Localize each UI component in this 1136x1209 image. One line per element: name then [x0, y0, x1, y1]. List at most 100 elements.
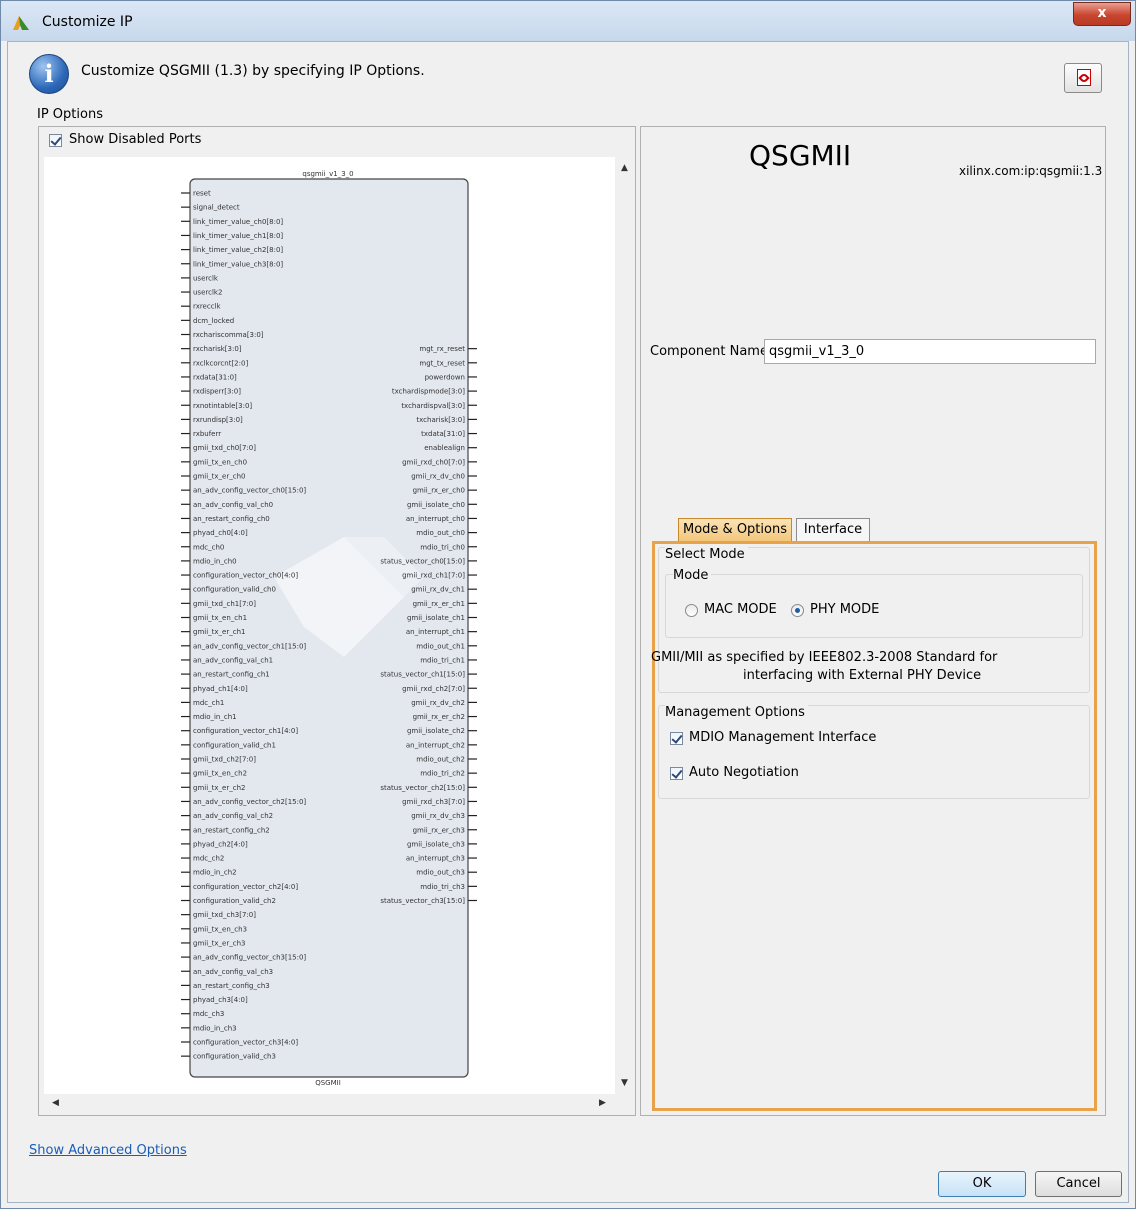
ip-vlnv: xilinx.com:ip:qsgmii:1.3 [959, 164, 1103, 178]
left-port-label: an_adv_config_vector_ch2[15:0] [193, 798, 306, 806]
documentation-pdf-button[interactable] [1064, 63, 1102, 93]
right-port-label: txchardispval[3:0] [401, 402, 465, 410]
left-port-label: configuration_valid_ch3 [193, 1053, 276, 1061]
left-port-label: mdio_in_ch2 [193, 869, 237, 877]
block-label: QSGMII [315, 1079, 341, 1087]
mode-description-line1: GMII/MII as specified by IEEE802.3-2008 … [651, 650, 998, 665]
mac-mode-label: MAC MODE [704, 602, 777, 617]
left-port-label: phyad_ch1[4:0] [193, 685, 248, 693]
right-port-label: gmii_isolate_ch1 [407, 614, 465, 622]
mac-mode-radio[interactable] [685, 604, 698, 617]
diagram-vertical-scrollbar[interactable]: ▲ ▼ [615, 157, 635, 1094]
diagram-horizontal-scrollbar[interactable]: ◀ ▶ [44, 1094, 615, 1114]
info-icon: i [29, 54, 69, 94]
auto-negotiation-label: Auto Negotiation [689, 765, 799, 780]
left-port-label: configuration_valid_ch2 [193, 897, 276, 905]
right-port-label: mgt_tx_reset [419, 359, 465, 367]
right-port-label: mgt_rx_reset [419, 345, 465, 353]
ip-name-title: QSGMII [749, 139, 852, 172]
left-port-label: gmii_tx_en_ch1 [193, 614, 247, 622]
right-port-label: an_interrupt_ch2 [406, 741, 465, 749]
left-port-label: link_timer_value_ch2[8:0] [193, 246, 283, 254]
left-port-label: gmii_txd_ch3[7:0] [193, 911, 256, 919]
mdio-management-checkbox[interactable] [670, 732, 683, 745]
right-port-label: status_vector_ch1[15:0] [380, 671, 465, 679]
pdf-icon [1077, 69, 1091, 86]
left-port-label: dcm_locked [193, 317, 234, 325]
left-port-label: rxnotintable[3:0] [193, 402, 252, 410]
right-port-label: enablealign [424, 444, 465, 452]
left-port-label: mdc_ch0 [193, 543, 224, 551]
management-options-label: Management Options [665, 705, 808, 720]
right-port-label: gmii_rx_dv_ch1 [411, 586, 465, 594]
left-port-label: gmii_tx_er_ch0 [193, 473, 245, 481]
tab-interface[interactable]: Interface [796, 518, 870, 541]
right-port-label: mdio_out_ch0 [416, 529, 465, 537]
right-port-label: mdio_tri_ch1 [420, 656, 465, 664]
left-port-label: mdc_ch2 [193, 855, 224, 863]
right-port-label: mdio_out_ch1 [416, 642, 465, 650]
left-port-label: gmii_tx_er_ch1 [193, 628, 245, 636]
right-port-label: txchardispmode[3:0] [392, 388, 465, 396]
phy-mode-radio[interactable] [791, 604, 804, 617]
left-port-label: an_adv_config_val_ch0 [193, 501, 273, 509]
right-port-label: gmii_rx_er_ch3 [413, 826, 465, 834]
right-port-label: mdio_tri_ch3 [420, 883, 465, 891]
mdio-management-label: MDIO Management Interface [689, 730, 877, 745]
show-advanced-options-link[interactable]: Show Advanced Options [29, 1143, 187, 1158]
left-port-label: mdc_ch1 [193, 699, 224, 707]
component-name-input[interactable] [764, 339, 1096, 364]
left-port-label: mdio_in_ch3 [193, 1024, 237, 1032]
close-button[interactable]: x [1073, 2, 1131, 26]
left-port-label: gmii_txd_ch1[7:0] [193, 600, 256, 608]
right-port-label: mdio_out_ch3 [416, 869, 465, 877]
left-port-label: rxdata[31:0] [193, 373, 237, 381]
left-port-label: gmii_tx_er_ch2 [193, 784, 245, 792]
left-port-label: link_timer_value_ch1[8:0] [193, 232, 283, 240]
window-title: Customize IP [42, 14, 133, 30]
left-port-label: rxclkcorcnt[2:0] [193, 359, 248, 367]
show-disabled-ports-checkbox[interactable] [49, 134, 62, 147]
left-port-label: configuration_vector_ch1[4:0] [193, 727, 298, 735]
right-port-label: gmii_rx_er_ch1 [413, 600, 465, 608]
left-port-label: an_restart_config_ch2 [193, 826, 270, 834]
right-port-label: gmii_isolate_ch3 [407, 840, 465, 848]
left-port-label: configuration_vector_ch2[4:0] [193, 883, 298, 891]
scroll-up-arrow-icon[interactable]: ▲ [621, 163, 628, 173]
auto-negotiation-checkbox[interactable] [670, 767, 683, 780]
cancel-button[interactable]: Cancel [1035, 1171, 1122, 1197]
left-port-label: gmii_txd_ch2[7:0] [193, 756, 256, 764]
left-port-label: configuration_vector_ch0[4:0] [193, 572, 298, 580]
ok-button[interactable]: OK [938, 1171, 1026, 1197]
left-port-label: an_restart_config_ch0 [193, 515, 270, 523]
right-port-label: gmii_rx_dv_ch2 [411, 699, 465, 707]
left-port-label: gmii_txd_ch0[7:0] [193, 444, 256, 452]
right-port-label: status_vector_ch2[15:0] [380, 784, 465, 792]
left-port-label: rxbuferr [193, 430, 221, 438]
right-port-label: powerdown [425, 373, 465, 381]
right-port-label: mdio_tri_ch0 [420, 543, 465, 551]
tab-mode-options[interactable]: Mode & Options [678, 518, 792, 541]
left-port-label: configuration_valid_ch0 [193, 586, 276, 594]
phy-mode-label: PHY MODE [810, 602, 880, 617]
scroll-right-arrow-icon[interactable]: ▶ [599, 1098, 606, 1108]
left-port-label: link_timer_value_ch3[8:0] [193, 260, 283, 268]
left-port-label: configuration_vector_ch3[4:0] [193, 1039, 298, 1047]
right-port-label: status_vector_ch0[15:0] [380, 557, 465, 565]
right-port-label: gmii_rx_er_ch0 [413, 487, 465, 495]
right-port-label: mdio_tri_ch2 [420, 770, 465, 778]
scroll-left-arrow-icon[interactable]: ◀ [52, 1098, 59, 1108]
title-bar[interactable]: Customize IP x [1, 1, 1135, 41]
left-port-label: an_restart_config_ch1 [193, 671, 270, 679]
mode-label: Mode [673, 568, 712, 583]
left-port-label: an_adv_config_val_ch1 [193, 656, 273, 664]
left-port-label: mdc_ch3 [193, 1010, 224, 1018]
right-port-label: gmii_rxd_ch1[7:0] [402, 572, 465, 580]
mode-description-line2: interfacing with External PHY Device [743, 668, 982, 683]
left-port-label: rxcharisk[3:0] [193, 345, 242, 353]
ip-symbol-diagram: qsgmii_v1_3_0 reset signal_detect link_tim… [44, 157, 615, 1094]
left-port-label: phyad_ch0[4:0] [193, 529, 248, 537]
right-port-label: gmii_rx_dv_ch0 [411, 473, 465, 481]
left-port-label: an_adv_config_val_ch2 [193, 812, 273, 820]
scroll-down-arrow-icon[interactable]: ▼ [621, 1078, 628, 1088]
